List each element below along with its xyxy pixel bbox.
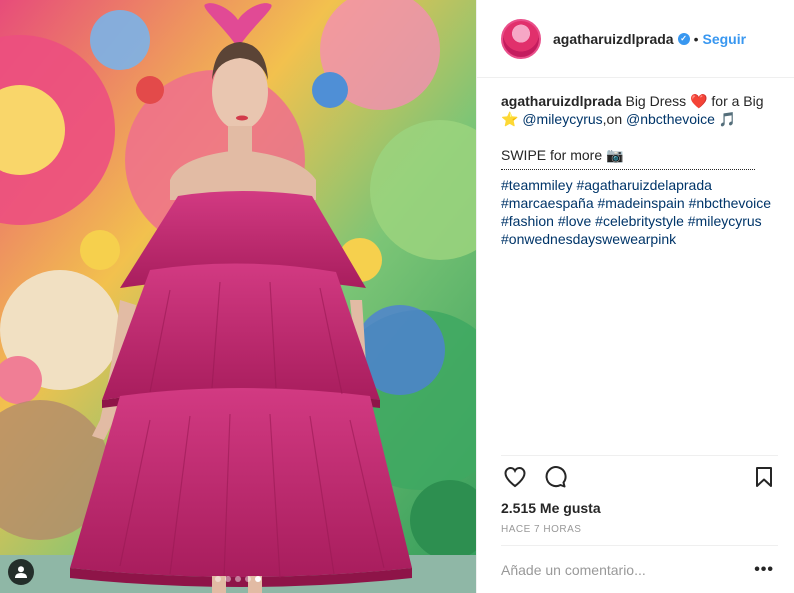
swipe-text: SWIPE for more	[501, 147, 607, 163]
hashtags[interactable]: #teammiley #agatharuizdelaprada #marcaes…	[501, 176, 772, 248]
carousel-dot[interactable]	[255, 576, 261, 582]
avatar[interactable]	[501, 18, 541, 59]
caption-divider	[501, 168, 755, 170]
comment-icon	[545, 465, 567, 487]
header-separator: •	[693, 30, 699, 47]
post-photo[interactable]	[0, 0, 476, 593]
camera-emoji: 📷	[606, 147, 624, 163]
runway-image	[0, 0, 476, 593]
star-emoji: ⭐	[501, 111, 519, 127]
like-button[interactable]	[501, 463, 529, 491]
caption: agatharuizdlprada Big Dress ❤️ for a Big…	[477, 78, 794, 248]
carousel-dot[interactable]	[235, 576, 241, 582]
caption-username[interactable]: agatharuizdlprada	[501, 93, 622, 109]
caption-line-1: agatharuizdlprada Big Dress ❤️ for a Big…	[501, 92, 772, 128]
save-button[interactable]	[750, 463, 778, 491]
caption-text: for a Big	[707, 93, 764, 109]
mention-mileycyrus[interactable]: @mileycyrus	[518, 111, 602, 127]
music-note-emoji: 🎵	[714, 111, 737, 127]
heart-emoji: ❤️	[690, 93, 708, 109]
more-options-button[interactable]: •••	[750, 561, 778, 579]
caption-text: ,on	[602, 111, 627, 127]
verified-badge-icon: ✓	[677, 32, 690, 45]
action-bar	[501, 455, 778, 489]
bookmark-icon	[756, 466, 772, 487]
comment-input[interactable]	[501, 561, 751, 578]
carousel-dot[interactable]	[215, 576, 221, 582]
comment-bar: •••	[501, 545, 778, 593]
follow-button[interactable]: Seguir	[703, 31, 747, 47]
carousel-indicator	[0, 576, 476, 582]
like-count[interactable]: 2.515 Me gusta	[501, 500, 601, 516]
post-header: agatharuizdlprada ✓ • Seguir	[477, 0, 794, 78]
mention-nbcthevoice[interactable]: @nbcthevoice	[626, 111, 715, 127]
comment-button[interactable]	[541, 463, 569, 491]
caption-line-swipe: SWIPE for more 📷	[501, 146, 772, 164]
header-username[interactable]: agatharuizdlprada	[553, 31, 674, 47]
carousel-dot[interactable]	[245, 576, 251, 582]
post-details-panel: agatharuizdlprada ✓ • Seguir agatharuizd…	[476, 0, 794, 593]
heart-icon	[504, 466, 526, 487]
caption-text: Big Dress	[621, 93, 691, 109]
carousel-dot[interactable]	[225, 576, 231, 582]
post-timestamp[interactable]: HACE 7 HORAS	[501, 524, 581, 535]
